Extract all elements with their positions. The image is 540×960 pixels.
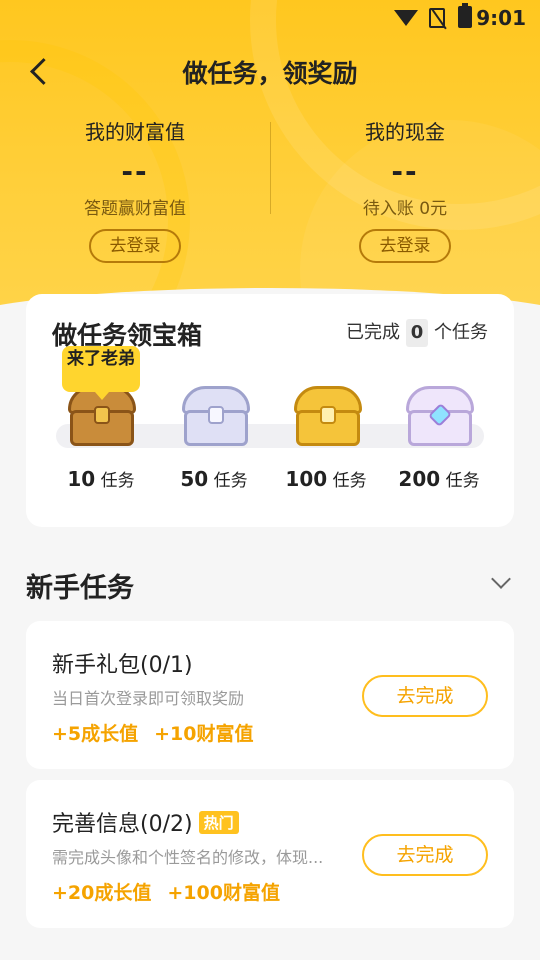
battery-icon bbox=[458, 3, 472, 28]
task-card: 完善信息(0/2) 热门 需完成头像和个性签名的修改，体现... +20成长值 +1… bbox=[26, 780, 514, 928]
treasure-chest-icon[interactable] bbox=[292, 386, 364, 450]
tier-label: 200 任务 bbox=[384, 466, 494, 491]
no-sim-icon bbox=[429, 8, 445, 28]
tier-number: 10 bbox=[67, 467, 96, 491]
reward-growth: +5成长值 bbox=[52, 723, 139, 745]
complete-task-button[interactable]: 去完成 bbox=[362, 675, 488, 717]
wifi-icon bbox=[394, 10, 418, 26]
treasure-box-card: 做任务领宝箱 已完成 0 个任务 来了老弟 10 任务 50 任务 100 任务 2… bbox=[26, 294, 514, 527]
tier-unit: 任务 bbox=[213, 471, 248, 491]
wealth-label: 我的财富值 bbox=[85, 120, 185, 144]
task-rewards: +5成长值 +10财富值 bbox=[52, 719, 270, 746]
task-name-wrap: 完善信息(0/2) 热门 bbox=[52, 806, 239, 838]
tier-number: 100 bbox=[285, 467, 328, 491]
status-bar: 9:01 bbox=[0, 0, 540, 36]
tier-label: 50 任务 bbox=[159, 466, 269, 491]
tier-unit: 任务 bbox=[445, 471, 480, 491]
task-rewards: +20成长值 +100财富值 bbox=[52, 878, 296, 905]
cash-label: 我的现金 bbox=[365, 120, 445, 144]
cash-value: -- bbox=[391, 155, 419, 188]
completed-suffix: 个任务 bbox=[434, 322, 488, 343]
section-title: 新手任务 bbox=[26, 573, 134, 604]
wealth-panel: 我的财富值 -- 答题赢财富值 去登录 bbox=[0, 112, 270, 263]
task-card: 新手礼包(0/1) 当日首次登录即可领取奖励 +5成长值 +10财富值 去完成 bbox=[26, 621, 514, 769]
task-description: 当日首次登录即可领取奖励 bbox=[52, 689, 245, 708]
task-description: 需完成头像和个性签名的修改，体现... bbox=[52, 848, 324, 867]
completed-counter: 已完成 0 个任务 bbox=[346, 318, 488, 347]
tier-unit: 任务 bbox=[100, 471, 135, 491]
chevron-down-icon[interactable] bbox=[490, 572, 512, 594]
title-bar: 做任务，领奖励 bbox=[0, 44, 540, 100]
hot-badge: 热门 bbox=[198, 811, 239, 834]
cash-subtitle: 待入账 0元 bbox=[362, 199, 448, 219]
wealth-subtitle: 答题赢财富值 bbox=[84, 199, 186, 219]
cash-panel: 我的现金 -- 待入账 0元 去登录 bbox=[270, 112, 540, 263]
chest-tooltip: 来了老弟 bbox=[62, 346, 140, 400]
account-stats: 我的财富值 -- 答题赢财富值 去登录 我的现金 -- 待入账 0元 去登录 bbox=[0, 112, 540, 272]
reward-wealth: +100财富值 bbox=[167, 882, 280, 904]
cash-login-button[interactable]: 去登录 bbox=[359, 229, 451, 263]
treasure-chest-icon[interactable] bbox=[404, 386, 476, 450]
completed-prefix: 已完成 bbox=[346, 322, 400, 343]
page-title: 做任务，领奖励 bbox=[182, 59, 358, 88]
treasure-chest-icon[interactable] bbox=[180, 386, 252, 450]
tier-number: 200 bbox=[398, 467, 441, 491]
completed-count: 0 bbox=[406, 319, 428, 347]
tier-unit: 任务 bbox=[332, 471, 367, 491]
complete-task-button[interactable]: 去完成 bbox=[362, 834, 488, 876]
tier-number: 50 bbox=[180, 467, 209, 491]
reward-wealth: +10财富值 bbox=[154, 723, 254, 745]
tier-label: 100 任务 bbox=[271, 466, 381, 491]
task-name: 新手礼包(0/1) bbox=[52, 653, 193, 678]
wealth-login-button[interactable]: 去登录 bbox=[89, 229, 181, 263]
tier-label: 10 任务 bbox=[46, 466, 156, 491]
reward-growth: +20成长值 bbox=[52, 882, 152, 904]
status-time: 9:01 bbox=[476, 6, 526, 30]
wealth-value: -- bbox=[121, 155, 149, 188]
task-name: 完善信息(0/2) bbox=[52, 812, 193, 837]
